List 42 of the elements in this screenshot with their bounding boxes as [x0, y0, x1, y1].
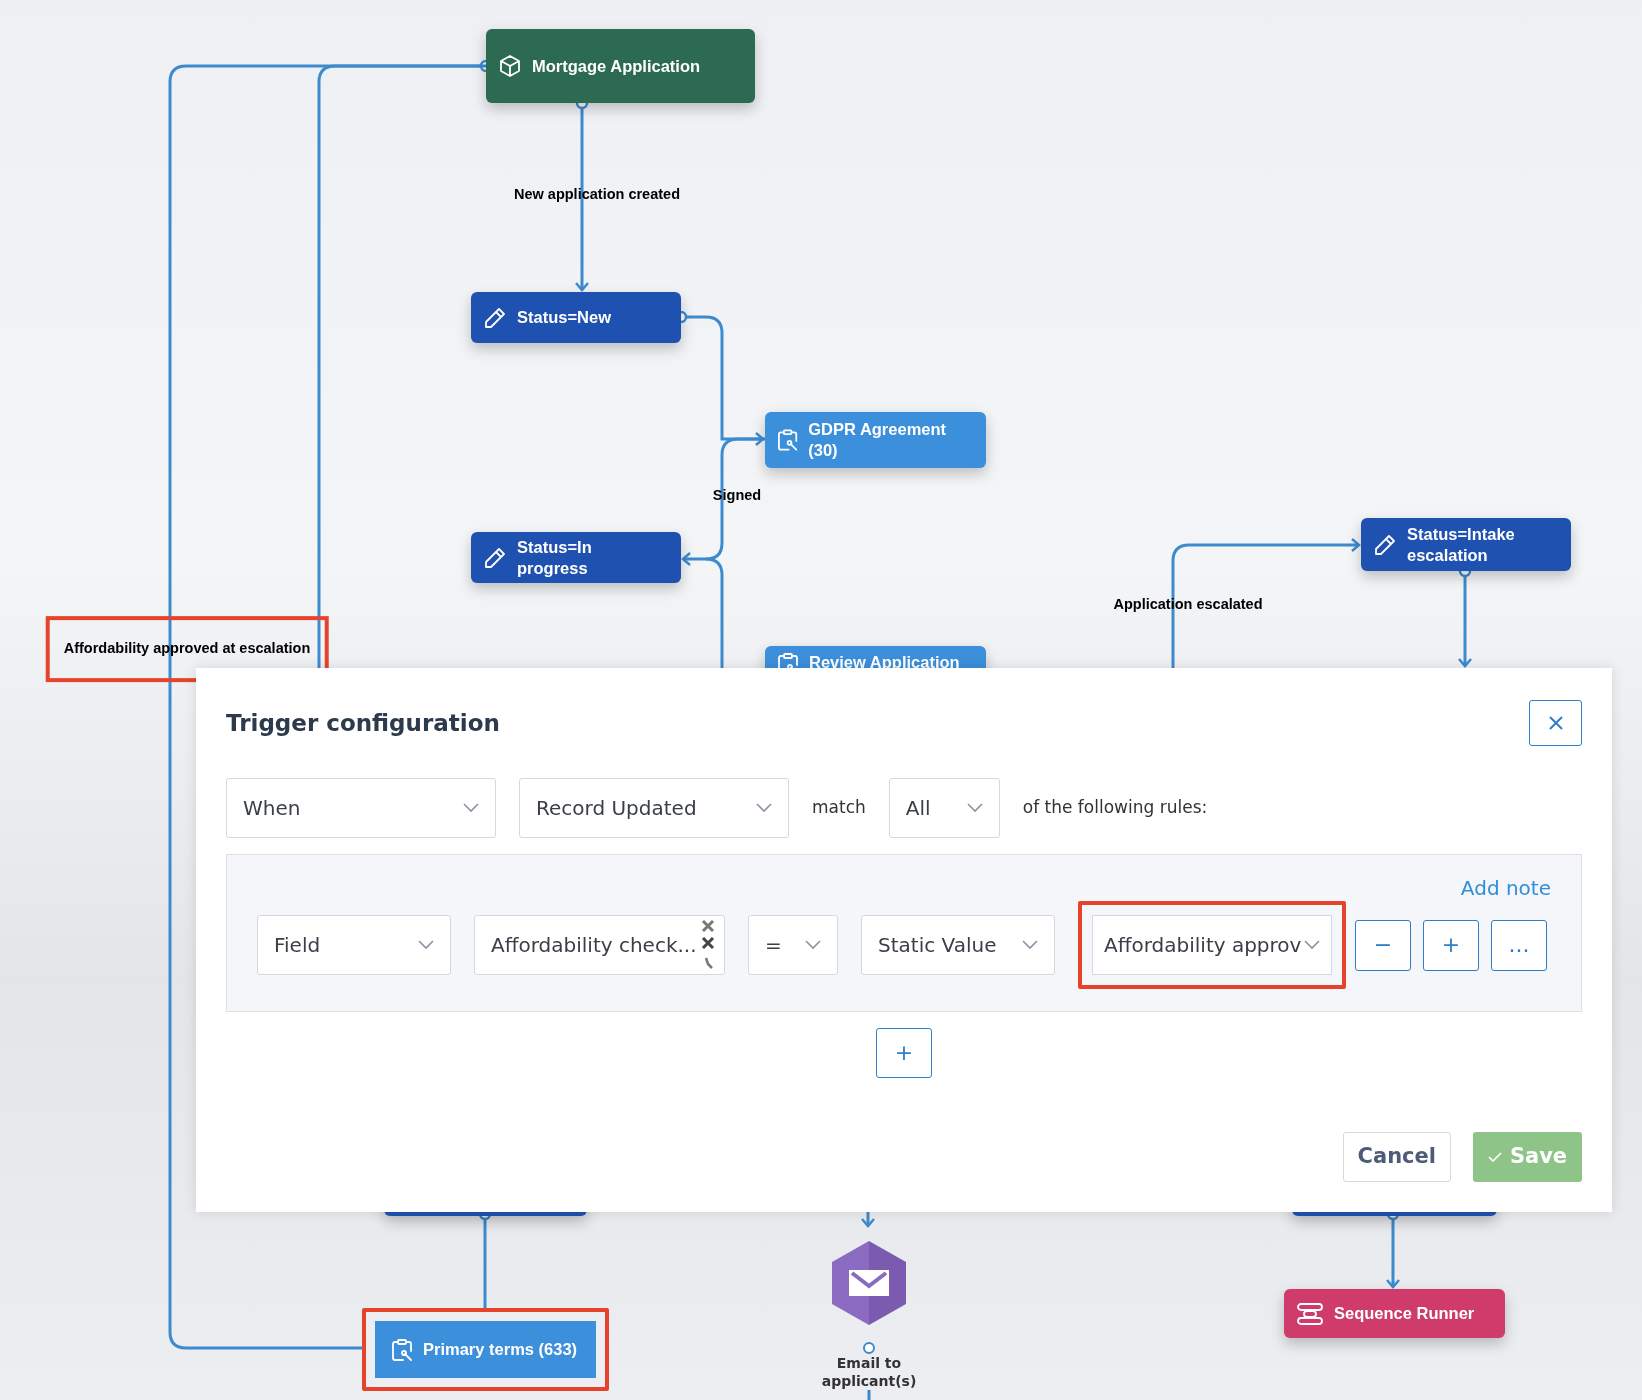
rules-label: of the following rules: — [1022, 796, 1208, 820]
chevron-down-icon — [1304, 940, 1320, 950]
more-button[interactable]: ... — [1491, 919, 1547, 971]
value-dropdown[interactable]: Affordability approv — [1078, 901, 1346, 989]
flow-node[interactable]: Status=Intake escalation — [1361, 518, 1571, 571]
add-rule-button[interactable]: + — [876, 1028, 932, 1078]
flow-node[interactable]: Mortgage Application — [486, 29, 755, 103]
node-label: Email to applicant(s) — [820, 1354, 918, 1391]
clipboard-icon — [777, 428, 799, 452]
source-dropdown[interactable]: Field — [257, 915, 451, 975]
add-rule-button[interactable]: + — [1423, 919, 1479, 971]
match-label: match — [812, 796, 866, 820]
dialog-title: Trigger configuration — [226, 708, 500, 738]
chevron-down-icon — [966, 803, 983, 813]
clipboard-icon — [391, 1337, 413, 1362]
event-dropdown[interactable]: Record Updated — [519, 778, 789, 838]
connector-port — [863, 1342, 875, 1354]
cancel-button[interactable]: Cancel — [1342, 1132, 1451, 1182]
match-dropdown[interactable]: All — [888, 778, 1000, 838]
value-type-dropdown[interactable]: Static Value — [861, 915, 1055, 975]
chevron-down-icon — [805, 940, 821, 950]
flow-node[interactable]: Status=In progress — [471, 532, 681, 583]
flow-node[interactable]: Sequence Runner — [1284, 1289, 1505, 1338]
connector — [860, 1212, 876, 1228]
chevron-down-icon — [756, 803, 772, 813]
flow-node[interactable]: Status=New — [471, 292, 681, 343]
pencil-icon — [483, 545, 507, 570]
remove-rule-button[interactable]: − — [1355, 919, 1411, 971]
cube-icon — [498, 54, 522, 78]
attribute-dropdown[interactable]: Affordability check... — [474, 915, 725, 975]
trigger-dropdown[interactable]: When — [226, 778, 496, 838]
check-icon — [1487, 1152, 1502, 1162]
close-button[interactable] — [1529, 700, 1582, 746]
close-icon — [1547, 715, 1564, 731]
operator-dropdown[interactable]: = — [748, 915, 838, 975]
chevron-down-icon — [463, 803, 479, 813]
connector — [867, 1390, 871, 1400]
chevron-down-icon — [1022, 940, 1038, 950]
pencil-icon — [483, 305, 507, 330]
chevron-down-icon — [418, 940, 434, 950]
stack-icon — [1296, 1301, 1324, 1326]
pencil-icon — [1373, 532, 1397, 557]
